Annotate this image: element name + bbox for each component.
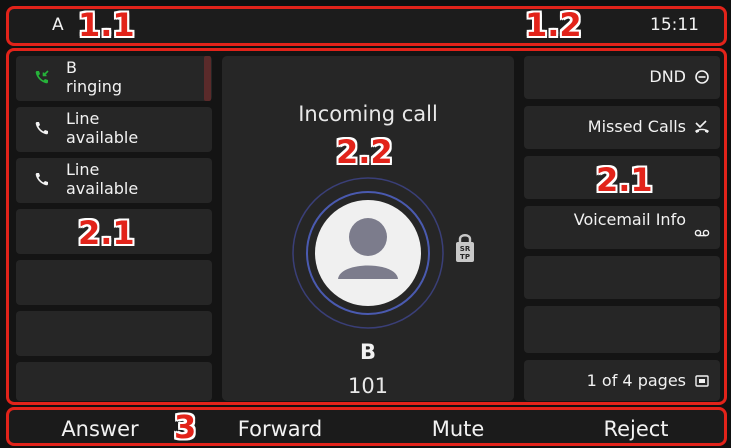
function-key-page[interactable]: 1 of 4 pages: [524, 360, 720, 401]
function-key-5[interactable]: [524, 256, 720, 299]
svg-text:SR: SR: [460, 245, 471, 253]
srtp-lock-icon: SR TP: [456, 234, 474, 262]
line-key-2-name: Line: [66, 109, 100, 128]
line-key-7[interactable]: [16, 362, 212, 401]
minus-circle-icon: [695, 70, 709, 84]
line-key-2[interactable]: Line available: [16, 107, 212, 152]
caller-name: B: [359, 340, 376, 364]
page-indicator-label: 1 of 4 pages: [586, 371, 686, 390]
line-key-1-name: B: [66, 58, 77, 77]
line-key-3-name: Line: [66, 160, 100, 179]
annotation-2-2: 2.2: [336, 133, 393, 171]
dnd-label: DND: [649, 67, 686, 86]
caller-number: 101: [347, 374, 389, 398]
line-key-6[interactable]: [16, 311, 212, 356]
caller-avatar: [292, 177, 444, 329]
phone-icon: [35, 173, 48, 186]
annotation-1-2: 1.2: [525, 6, 582, 44]
voicemail-icon: [694, 229, 710, 237]
function-key-dnd[interactable]: DND: [524, 56, 720, 99]
line-key-5[interactable]: [16, 260, 212, 305]
reject-button[interactable]: Reject: [546, 413, 726, 446]
answer-button[interactable]: Answer: [10, 413, 190, 446]
line-key-1[interactable]: B ringing: [16, 56, 212, 101]
annotation-2-1-right: 2.1: [596, 161, 653, 199]
mute-button[interactable]: Mute: [368, 413, 548, 446]
missed-call-icon: [695, 120, 709, 133]
forward-button[interactable]: Forward: [190, 413, 370, 446]
voicemail-label: Voicemail Info: [573, 210, 686, 229]
line-key-3-status: available: [66, 179, 139, 198]
account-label: A: [52, 15, 64, 35]
incoming-call-icon: [35, 70, 49, 84]
clock: 15:11: [650, 15, 699, 35]
line-key-2-status: available: [66, 128, 139, 147]
call-status: Incoming call: [298, 102, 438, 126]
line-key-3[interactable]: Line available: [16, 158, 212, 203]
annotation-2-1-left: 2.1: [78, 214, 135, 252]
ringing-indicator: [204, 56, 211, 101]
function-key-6[interactable]: [524, 306, 720, 353]
line-key-1-status: ringing: [66, 77, 123, 96]
annotation-1-1: 1.1: [78, 6, 135, 44]
function-key-missed-calls[interactable]: Missed Calls: [524, 106, 720, 149]
svg-text:TP: TP: [460, 253, 470, 261]
page-icon: [695, 375, 709, 387]
function-key-voicemail[interactable]: Voicemail Info: [524, 206, 720, 249]
phone-icon: [35, 122, 48, 135]
missed-calls-label: Missed Calls: [587, 117, 686, 136]
